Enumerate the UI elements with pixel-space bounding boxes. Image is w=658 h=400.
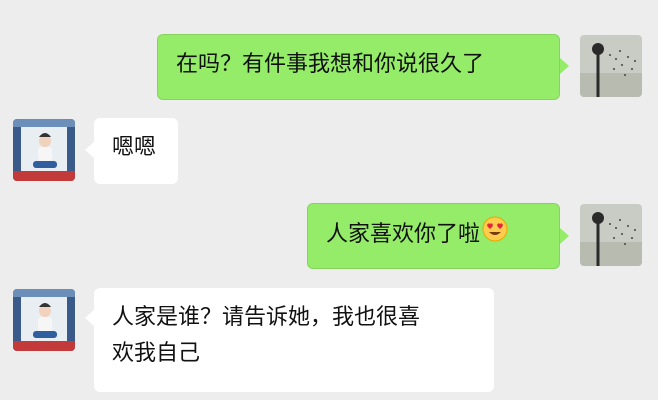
dandelion-avatar[interactable] bbox=[580, 204, 642, 266]
bubble-tail bbox=[560, 228, 569, 244]
message-text-line: 欢我自己 bbox=[112, 341, 201, 366]
bubble-tail bbox=[85, 310, 94, 326]
message-bubble[interactable]: 在吗？有件事我想和你说很久了 bbox=[157, 34, 560, 100]
bubble-tail bbox=[85, 142, 94, 158]
message-text-line: 人家是谁？请告诉她，我也很喜 bbox=[112, 305, 421, 330]
message-text: 人家喜欢你了啦 bbox=[326, 222, 481, 247]
message-text: 嗯嗯 bbox=[112, 135, 157, 160]
message-bubble[interactable]: 人家是谁？请告诉她，我也很喜 欢我自己 bbox=[94, 288, 494, 392]
message-bubble[interactable]: 人家喜欢你了啦 bbox=[307, 203, 560, 269]
chat-conversation: 在吗？有件事我想和你说很久了 嗯嗯 人家喜欢你了啦 人家是谁？请告诉她，我也很喜… bbox=[0, 0, 658, 400]
bubble-tail bbox=[560, 58, 569, 74]
dandelion-avatar[interactable] bbox=[580, 35, 642, 97]
boy-avatar[interactable] bbox=[13, 119, 75, 181]
boy-avatar[interactable] bbox=[13, 289, 75, 351]
heart-eyes-emoji bbox=[482, 216, 508, 254]
message-bubble[interactable]: 嗯嗯 bbox=[94, 118, 178, 184]
message-text: 在吗？有件事我想和你说很久了 bbox=[176, 52, 485, 77]
